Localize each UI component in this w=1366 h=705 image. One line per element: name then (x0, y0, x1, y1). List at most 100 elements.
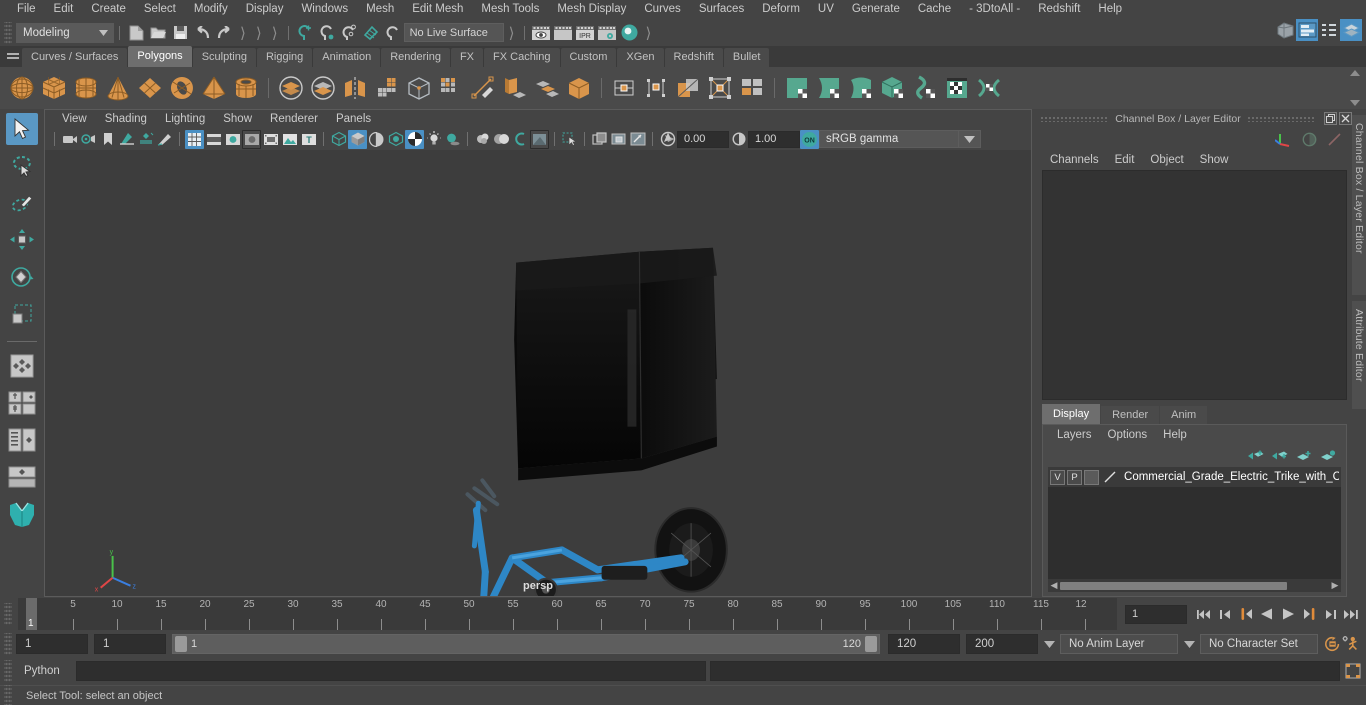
move-tool[interactable] (6, 224, 38, 256)
shelf-tab-xgen[interactable]: XGen (617, 48, 664, 67)
xray-active-components-icon[interactable] (609, 130, 628, 149)
script-editor-icon[interactable] (1343, 661, 1363, 681)
select-hierarchy-group[interactable]: ⟩ (235, 24, 251, 42)
resolution-gate-icon[interactable] (223, 130, 242, 149)
layout-quad-icon[interactable] (6, 387, 38, 419)
exposure-icon[interactable] (658, 130, 677, 149)
multi-cut-icon[interactable] (435, 70, 467, 106)
step-back-frame-icon[interactable] (1237, 604, 1255, 624)
shelf-tab-bullet[interactable]: Bullet (723, 48, 770, 67)
range-slider-left-handle[interactable] (175, 636, 187, 652)
bevel-icon[interactable] (531, 70, 563, 106)
status-line-grip[interactable] (4, 21, 12, 44)
viewport-3d[interactable]: y z x persp (45, 150, 1031, 596)
isolate-select-icon[interactable] (530, 129, 549, 149)
two-sided-lighting-icon[interactable] (136, 130, 155, 149)
menu-item-modify[interactable]: Modify (185, 0, 237, 19)
shelf-tab-fx[interactable]: FX (450, 48, 484, 67)
tab-anim[interactable]: Anim (1160, 406, 1208, 424)
outliner-icon[interactable] (1318, 19, 1340, 41)
range-slider-right-handle[interactable] (865, 636, 877, 652)
boolean-union-icon[interactable] (275, 70, 307, 106)
viewport-menu-panels[interactable]: Panels (327, 110, 380, 128)
select-object-group[interactable]: ⟩ (251, 24, 267, 42)
current-time-indicator[interactable]: 1 (26, 598, 37, 630)
move-layer-up-icon[interactable] (1248, 450, 1264, 462)
component-grid-icon[interactable] (736, 70, 768, 106)
go-to-start-icon[interactable] (1195, 604, 1213, 624)
scroll-thumb[interactable] (1060, 581, 1287, 590)
grease-pencil-icon[interactable] (155, 130, 174, 149)
step-back-keyframe-icon[interactable] (1216, 604, 1234, 624)
shelf-tab-rendering[interactable]: Rendering (381, 48, 450, 67)
help-line-grip[interactable] (4, 684, 12, 705)
exposure-field[interactable]: 0.00 (677, 130, 729, 148)
vertex-edit-icon[interactable] (608, 70, 640, 106)
layer-list[interactable]: V P Commercial_Grade_Electric_Trike_with… (1048, 467, 1341, 579)
current-frame-field[interactable]: 1 (1125, 604, 1187, 624)
layer-name[interactable]: Commercial_Grade_Electric_Trike_with_Car (1120, 471, 1339, 483)
snap-to-point-icon[interactable] (338, 22, 360, 44)
viewport-menu-show[interactable]: Show (214, 110, 261, 128)
panel-grip-right[interactable] (1246, 115, 1316, 122)
grid-toggle-icon[interactable] (185, 129, 204, 149)
command-line-grip[interactable] (4, 660, 12, 682)
layer-list-hscrollbar[interactable]: ◀ ▶ (1048, 579, 1341, 592)
layout-list-icon[interactable] (6, 424, 38, 456)
poly-torus-icon[interactable] (166, 70, 198, 106)
select-tool[interactable] (6, 113, 38, 145)
viewport-menu-view[interactable]: View (53, 110, 96, 128)
smooth-icon[interactable] (371, 70, 403, 106)
shelf-tab-custom[interactable]: Custom (560, 48, 617, 67)
chevron-down-icon-2[interactable] (1178, 640, 1200, 648)
extrude-icon[interactable] (499, 70, 531, 106)
animation-preferences-icon[interactable] (1324, 634, 1342, 654)
sculpt-foamy-icon[interactable] (973, 70, 1005, 106)
play-backwards-icon[interactable] (1258, 604, 1276, 624)
menu-item-deform[interactable]: Deform (753, 0, 809, 19)
select-camera-icon[interactable] (60, 130, 79, 149)
face-edit-icon[interactable] (672, 70, 704, 106)
create-layer-from-selection-icon[interactable] (1320, 450, 1336, 462)
command-output-field[interactable] (710, 661, 1340, 681)
command-input-field[interactable] (76, 661, 706, 681)
menu-item-windows[interactable]: Windows (292, 0, 357, 19)
poly-cylinder-icon[interactable] (70, 70, 102, 106)
scroll-right-arrow-icon[interactable]: ▶ (1329, 580, 1341, 591)
close-icon[interactable] (1339, 112, 1352, 125)
menu-item-generate[interactable]: Generate (843, 0, 909, 19)
shelf-tab-animation[interactable]: Animation (313, 48, 381, 67)
combine-icon[interactable] (339, 70, 371, 106)
gate-mask-icon[interactable] (242, 129, 261, 149)
anim-layer-combo[interactable]: No Anim Layer (1060, 634, 1178, 654)
text-display-icon[interactable]: T (299, 130, 318, 149)
shelf-tab-sculpting[interactable]: Sculpting (192, 48, 256, 67)
render-settings-icon[interactable] (596, 22, 618, 44)
ambient-occlusion-icon[interactable] (473, 130, 492, 149)
tab-render[interactable]: Render (1101, 406, 1160, 424)
merge-icon[interactable] (563, 70, 595, 106)
poly-pyramid-icon[interactable] (198, 70, 230, 106)
render-view-icon[interactable] (530, 22, 552, 44)
menu-item-edit-mesh[interactable]: Edit Mesh (403, 0, 472, 19)
menu-item-uv[interactable]: UV (809, 0, 843, 19)
textured-icon[interactable] (386, 130, 405, 149)
film-gate-icon[interactable] (204, 130, 223, 149)
channel-box-icon[interactable] (1340, 19, 1362, 41)
poly-cube-icon[interactable] (38, 70, 70, 106)
checker-texture-icon[interactable] (405, 129, 424, 149)
layer-shading-toggle[interactable] (1084, 469, 1099, 485)
shelf-menu-icon[interactable] (4, 47, 22, 67)
character-set-combo[interactable]: No Character Set (1200, 634, 1318, 654)
poly-pipe-icon[interactable] (230, 70, 262, 106)
tab-display[interactable]: Display (1042, 404, 1101, 424)
redo-icon[interactable] (213, 22, 235, 44)
menu-item-create[interactable]: Create (82, 0, 135, 19)
axis-gizmo-icon[interactable] (1275, 131, 1292, 148)
play-forwards-icon[interactable] (1279, 604, 1297, 624)
step-forward-keyframe-icon[interactable] (1321, 604, 1339, 624)
menu-item-3dtoall[interactable]: - 3DtoAll - (960, 0, 1029, 19)
go-to-end-icon[interactable] (1342, 604, 1360, 624)
layer-playback-toggle[interactable]: P (1067, 469, 1082, 485)
boolean-difference-icon[interactable] (307, 70, 339, 106)
